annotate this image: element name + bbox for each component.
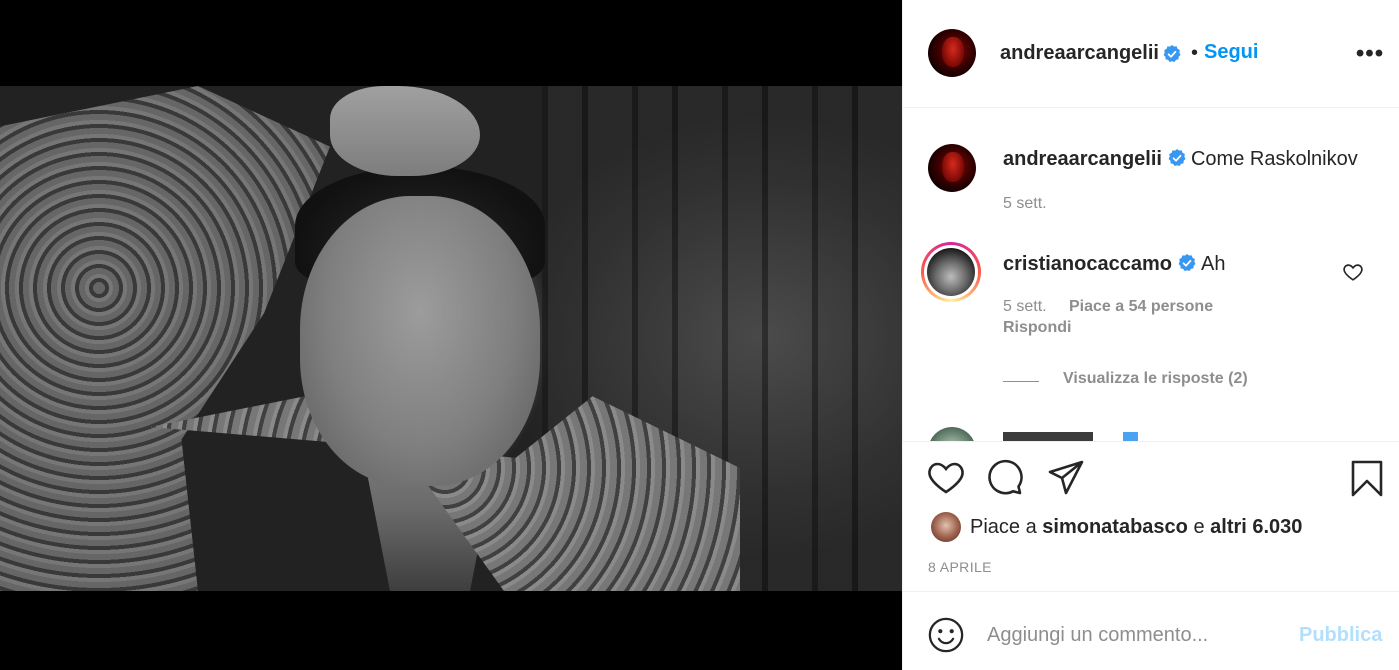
post-actions: Piace a simonatabasco e altri 6.030 8 AP… [903, 441, 1399, 591]
post-media[interactable] [0, 0, 902, 670]
emoji-icon[interactable] [927, 616, 965, 654]
replies-divider [1003, 381, 1039, 382]
photo-hand [330, 86, 480, 176]
publish-button[interactable]: Pubblica [1299, 624, 1382, 647]
likes-prefix: Piace a [970, 516, 1037, 538]
comment-timestamp[interactable]: 5 sett. [1003, 298, 1047, 316]
author-username[interactable]: andreaarcangelii [1000, 42, 1159, 65]
comment-input[interactable] [987, 620, 1287, 650]
caption-author-username[interactable]: andreaarcangelii [1003, 148, 1162, 170]
view-replies-button[interactable]: Visualizza le risposte (2) [1063, 370, 1248, 388]
share-icon[interactable] [1046, 458, 1086, 498]
header-separator: • [1191, 42, 1199, 64]
likes-text: Piace a simonatabasco e altri 6.030 [970, 516, 1302, 539]
post-side-panel: andreaarcangelii • Segui ••• andreaarcan… [902, 0, 1399, 670]
comment-icon[interactable] [985, 458, 1025, 498]
post-header: andreaarcangelii • Segui ••• [903, 0, 1399, 108]
verified-badge-icon [1178, 254, 1196, 272]
bookmark-icon[interactable] [1347, 458, 1387, 498]
comments-list[interactable]: andreaarcangelii Come Raskolnikov 5 sett… [903, 109, 1399, 441]
next-comment-avatar[interactable] [928, 427, 976, 441]
caption: andreaarcangelii Come Raskolnikov [1003, 148, 1358, 171]
comment-text: Ah [1200, 253, 1226, 275]
post-date[interactable]: 8 APRILE [928, 559, 992, 575]
comment-author-username[interactable]: cristianocaccamo [1003, 253, 1172, 275]
heart-icon[interactable] [926, 458, 966, 498]
comment-likes[interactable]: Piace a 54 persone [1069, 298, 1213, 316]
next-comment-username-partial [1003, 432, 1153, 441]
photo-face [300, 196, 540, 486]
liker-avatar[interactable] [931, 512, 961, 542]
likes-others[interactable]: altri 6.030 [1210, 516, 1302, 538]
caption-text: Come Raskolnikov [1190, 148, 1358, 170]
comment: cristianocaccamo Ah [1003, 253, 1225, 276]
follow-button[interactable]: Segui [1204, 41, 1258, 64]
reply-button[interactable]: Rispondi [1003, 319, 1071, 337]
more-icon[interactable]: ••• [1355, 42, 1385, 66]
post-photo[interactable] [0, 86, 902, 591]
caption-author-avatar[interactable] [928, 144, 976, 192]
add-comment-bar: Pubblica [903, 591, 1399, 670]
caption-timestamp[interactable]: 5 sett. [1003, 195, 1047, 213]
verified-badge-icon [1163, 45, 1181, 63]
verified-badge-icon [1168, 149, 1186, 167]
liker-username[interactable]: simonatabasco [1042, 516, 1188, 538]
likes-conjunction: e [1193, 516, 1205, 538]
photo-sweater-sleeve [0, 86, 330, 591]
comment-heart-icon[interactable] [1342, 261, 1364, 283]
author-avatar[interactable] [928, 29, 976, 77]
comment-author-avatar[interactable] [921, 242, 981, 302]
